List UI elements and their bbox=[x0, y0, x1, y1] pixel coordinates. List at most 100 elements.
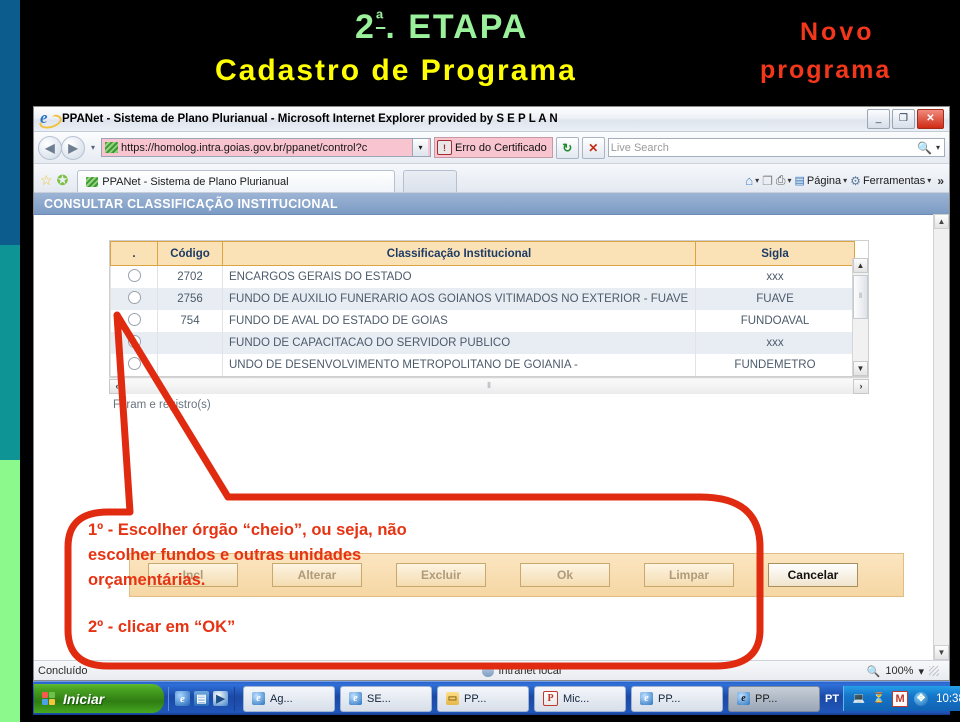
classification-table: . Código Classificação Institucional Sig… bbox=[110, 241, 855, 376]
page-icon: ▤ bbox=[794, 175, 805, 187]
print-button[interactable]: ⎙ ▾ bbox=[776, 173, 792, 188]
slide-main-title: Cadastro de Programa bbox=[215, 54, 577, 87]
annotation-text: 1º - Escolher órgão “cheio”, ou seja, nã… bbox=[88, 518, 728, 640]
history-dropdown-icon[interactable]: ▾ bbox=[88, 143, 98, 152]
home-button[interactable]: ⌂ ▾ bbox=[745, 173, 759, 188]
row-codigo bbox=[157, 354, 223, 376]
page-menu[interactable]: ▤ Página ▾ bbox=[794, 174, 847, 188]
radio-icon[interactable] bbox=[127, 335, 141, 348]
print-caret-icon[interactable]: ▾ bbox=[787, 176, 791, 185]
resize-grip-icon[interactable] bbox=[929, 666, 939, 676]
tools-caret-icon[interactable]: ▾ bbox=[927, 176, 931, 185]
close-button[interactable]: ✕ bbox=[917, 109, 944, 129]
show-desktop-icon[interactable]: ▤ bbox=[194, 691, 209, 706]
back-button[interactable]: ◀ bbox=[38, 135, 62, 160]
radio-icon[interactable] bbox=[127, 357, 141, 370]
zoom-control[interactable]: 🔍 100% ▾ bbox=[867, 665, 945, 678]
table-row[interactable]: FUNDO DE CAPACITACAO DO SERVIDOR PUBLICO… bbox=[110, 332, 855, 354]
commandbar-overflow-icon[interactable]: » bbox=[934, 174, 944, 188]
table-row[interactable]: 2702 ENCARGOS GERAIS DO ESTADO xxx bbox=[110, 265, 855, 288]
slide-label-programa: programa bbox=[760, 56, 892, 84]
start-button[interactable]: Iniciar bbox=[34, 684, 164, 713]
page-vertical-scrollbar[interactable]: ▲ ▼ bbox=[933, 214, 949, 660]
radio-icon[interactable] bbox=[127, 313, 141, 326]
restore-button[interactable]: ❐ bbox=[892, 109, 915, 129]
grid-scroll-thumb[interactable]: ⦀ bbox=[853, 275, 868, 319]
feeds-button[interactable]: ❐ bbox=[762, 174, 773, 188]
page-scroll-up-icon[interactable]: ▲ bbox=[934, 214, 949, 229]
minimize-button[interactable]: _ bbox=[867, 109, 890, 129]
grid-vertical-scrollbar[interactable]: ▲ ⦀ ▼ bbox=[852, 258, 868, 376]
column-header-sigla: Sigla bbox=[695, 241, 855, 266]
zoom-caret-icon[interactable]: ▾ bbox=[918, 665, 924, 678]
tools-menu[interactable]: ⚙ Ferramentas ▾ bbox=[850, 174, 931, 188]
clock-icon[interactable]: ⏳ bbox=[872, 692, 886, 706]
row-radio[interactable] bbox=[110, 265, 158, 288]
bluetooth-icon[interactable]: ✥ bbox=[914, 691, 929, 706]
browser-tabbar: ☆ ✪ PPANet - Sistema de Plano Plurianual… bbox=[34, 164, 949, 193]
grid-hscroll-thumb[interactable]: ⦀ bbox=[125, 378, 853, 394]
search-dropdown-icon[interactable]: ▾ bbox=[936, 143, 942, 152]
row-radio[interactable] bbox=[110, 310, 158, 332]
row-codigo: 754 bbox=[157, 310, 223, 332]
row-radio[interactable] bbox=[110, 332, 158, 354]
grid-scroll-down-icon[interactable]: ▼ bbox=[853, 361, 868, 376]
task-button-pp-active[interactable]: e PP... bbox=[728, 685, 820, 712]
row-radio[interactable] bbox=[110, 354, 158, 376]
task-button-se[interactable]: e SE... bbox=[340, 685, 432, 712]
add-favorite-icon[interactable]: ☆ bbox=[39, 173, 54, 192]
table-row[interactable]: 2756 FUNDO DE AUXILIO FUNERARIO AOS GOIA… bbox=[110, 288, 855, 310]
ie-icon[interactable]: e bbox=[175, 691, 190, 706]
forward-button[interactable]: ▶ bbox=[61, 135, 85, 160]
column-header-codigo: Código bbox=[157, 241, 223, 266]
grid-scroll-up-icon[interactable]: ▲ bbox=[853, 258, 868, 273]
slide-stage-title: 2ª. ETAPA bbox=[355, 8, 529, 46]
window-title: PPANet - Sistema de Plano Plurianual - M… bbox=[62, 113, 558, 125]
cancelar-button[interactable]: Cancelar bbox=[768, 563, 858, 587]
ie-icon: e bbox=[349, 692, 362, 705]
annotation-line-2: escolher fundos e outras unidades bbox=[88, 546, 362, 564]
row-codigo: 2756 bbox=[157, 288, 223, 310]
column-header-classificacao: Classificação Institucional bbox=[222, 241, 696, 266]
home-caret-icon[interactable]: ▾ bbox=[755, 176, 759, 185]
task-label: SE... bbox=[367, 692, 391, 705]
certificate-error-badge[interactable]: ! Erro do Certificado bbox=[434, 137, 553, 158]
search-icon[interactable]: 🔍 bbox=[913, 141, 936, 155]
grid-horizontal-scrollbar[interactable]: ‹ ⦀ › bbox=[109, 377, 869, 394]
gear-icon: ⚙ bbox=[850, 173, 861, 188]
favorites-center-icon[interactable]: ✪ bbox=[56, 173, 70, 192]
task-button-mic[interactable]: P Mic... bbox=[534, 685, 626, 712]
task-button-pp-1[interactable]: e PP... bbox=[631, 685, 723, 712]
grid-scroll-right-icon[interactable]: › bbox=[853, 378, 869, 394]
certificate-error-label: Erro do Certificado bbox=[455, 141, 547, 154]
table-row[interactable]: UNDO DE DESENVOLVIMENTO METROPOLITANO DE… bbox=[110, 354, 855, 376]
row-radio[interactable] bbox=[110, 288, 158, 310]
system-tray: 💻 ⏳ M ✥ 10:38 bbox=[843, 686, 960, 711]
address-dropdown-icon[interactable]: ▾ bbox=[412, 139, 429, 156]
results-grid: . Código Classificação Institucional Sig… bbox=[109, 240, 869, 377]
grid-scroll-left-icon[interactable]: ‹ bbox=[109, 378, 125, 394]
ie-icon: e bbox=[737, 692, 750, 705]
tab-ppanet[interactable]: PPANet - Sistema de Plano Plurianual bbox=[77, 170, 396, 192]
row-descricao: FUNDO DE AVAL DO ESTADO DE GOIAS bbox=[222, 310, 696, 332]
address-input[interactable]: https://homolog.intra.goias.gov.br/ppane… bbox=[101, 138, 432, 157]
network-icon[interactable]: 💻 bbox=[852, 692, 866, 706]
refresh-icon[interactable]: ↻ bbox=[555, 136, 579, 159]
records-count-label: Foram e registro(s) bbox=[113, 399, 211, 411]
task-label: Ag... bbox=[270, 692, 293, 705]
table-row[interactable]: 754 FUNDO DE AVAL DO ESTADO DE GOIAS FUN… bbox=[110, 310, 855, 332]
language-indicator[interactable]: PT bbox=[825, 693, 839, 705]
page-scroll-down-icon[interactable]: ▼ bbox=[934, 645, 949, 660]
page-caret-icon[interactable]: ▾ bbox=[843, 176, 847, 185]
task-button-pp-folder[interactable]: ▭ PP... bbox=[437, 685, 529, 712]
tab-new[interactable] bbox=[403, 170, 458, 192]
decor-strip-green bbox=[0, 460, 20, 722]
stop-icon[interactable]: ✕ bbox=[581, 136, 605, 159]
radio-icon[interactable] bbox=[127, 291, 141, 304]
radio-icon[interactable] bbox=[127, 269, 141, 282]
taskbar-tasks: e Ag... e SE... ▭ PP... P Mic... e PP...… bbox=[243, 685, 843, 712]
task-button-ag[interactable]: e Ag... bbox=[243, 685, 335, 712]
search-input[interactable]: Live Search 🔍 ▾ bbox=[607, 138, 945, 157]
media-player-icon[interactable]: ▶ bbox=[213, 691, 228, 706]
mcafee-icon[interactable]: M bbox=[892, 690, 909, 707]
